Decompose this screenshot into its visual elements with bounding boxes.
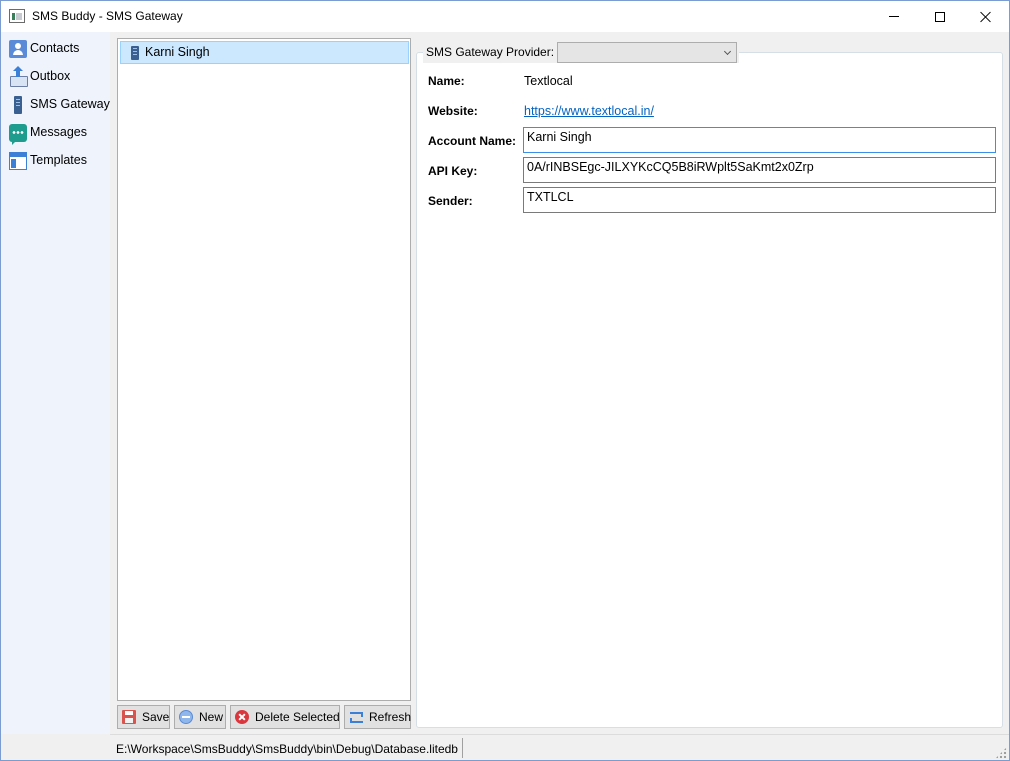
messages-icon — [9, 124, 27, 145]
sidebar-item-messages[interactable]: Messages — [1, 120, 110, 146]
refresh-icon — [349, 710, 363, 724]
sms-gateway-icon — [9, 96, 27, 114]
title-bar[interactable]: SMS Buddy - SMS Gateway — [1, 1, 1009, 32]
templates-icon — [9, 152, 27, 170]
new-button-label: New — [199, 710, 224, 724]
website-label: Website: — [428, 104, 478, 118]
sidebar-item-outbox[interactable]: Outbox — [1, 64, 110, 90]
app-icon — [9, 9, 25, 23]
resize-grip-icon[interactable] — [995, 747, 1007, 759]
new-button[interactable]: New — [174, 705, 226, 729]
provider-label: SMS Gateway Provider: — [426, 45, 555, 59]
close-button[interactable] — [963, 1, 1009, 32]
delete-selected-button[interactable]: Delete Selected — [230, 705, 340, 729]
database-path: E:\Workspace\SmsBuddy\SmsBuddy\bin\Debug… — [116, 742, 458, 756]
gateway-details-group — [416, 52, 1003, 728]
phone-icon — [131, 46, 139, 60]
sidebar-item-label: SMS Gateway — [30, 97, 110, 111]
account-name-label: Account Name: — [428, 134, 517, 148]
delete-icon — [235, 710, 249, 724]
chevron-down-icon — [724, 47, 732, 55]
sender-field[interactable]: TXTLCL — [523, 187, 996, 213]
account-name-field[interactable]: Karni Singh — [523, 127, 996, 153]
refresh-button-label: Refresh — [369, 710, 412, 724]
provider-header: SMS Gateway Provider: — [423, 41, 740, 63]
sidebar-item-label: Contacts — [30, 41, 80, 55]
save-button[interactable]: Save — [117, 705, 170, 729]
minimize-icon — [889, 16, 899, 17]
contacts-icon — [9, 40, 27, 58]
outbox-icon — [9, 66, 28, 87]
minimize-button[interactable] — [871, 1, 917, 32]
refresh-button[interactable]: Refresh — [344, 705, 411, 729]
sidebar-item-sms-gateway[interactable]: SMS Gateway — [1, 92, 110, 118]
list-item-label: Karni Singh — [145, 45, 210, 59]
website-link[interactable]: https://www.textlocal.in/ — [524, 104, 654, 118]
maximize-button[interactable] — [917, 1, 963, 32]
list-item[interactable]: Karni Singh — [120, 41, 409, 64]
gateway-list[interactable]: Karni Singh — [117, 38, 411, 701]
status-bar: E:\Workspace\SmsBuddy\SmsBuddy\bin\Debug… — [110, 734, 1009, 760]
close-icon — [980, 11, 992, 23]
api-key-label: API Key: — [428, 164, 478, 178]
name-label: Name: — [428, 74, 465, 88]
new-icon — [179, 710, 193, 724]
sender-label: Sender: — [428, 194, 473, 208]
sidebar-item-templates[interactable]: Templates — [1, 148, 110, 174]
name-value: Textlocal — [524, 74, 573, 88]
api-key-field[interactable]: 0A/rINBSEgc-JILXYKcCQ5B8iRWplt5SaKmt2x0Z… — [523, 157, 996, 183]
window-title: SMS Buddy - SMS Gateway — [32, 9, 183, 23]
delete-button-label: Delete Selected — [255, 710, 340, 724]
provider-dropdown[interactable] — [557, 41, 738, 63]
save-icon — [122, 710, 136, 724]
save-button-label: Save — [142, 710, 170, 724]
sidebar-item-contacts[interactable]: Contacts — [1, 36, 110, 62]
sidebar: Contacts Outbox SMS Gateway Messages Tem… — [1, 32, 110, 734]
sidebar-item-label: Templates — [30, 153, 87, 167]
sidebar-item-label: Outbox — [30, 69, 71, 83]
app-window: SMS Buddy - SMS Gateway Contacts Outbox … — [0, 0, 1010, 761]
sidebar-item-label: Messages — [30, 125, 87, 139]
maximize-icon — [935, 11, 945, 22]
status-separator — [462, 738, 463, 758]
